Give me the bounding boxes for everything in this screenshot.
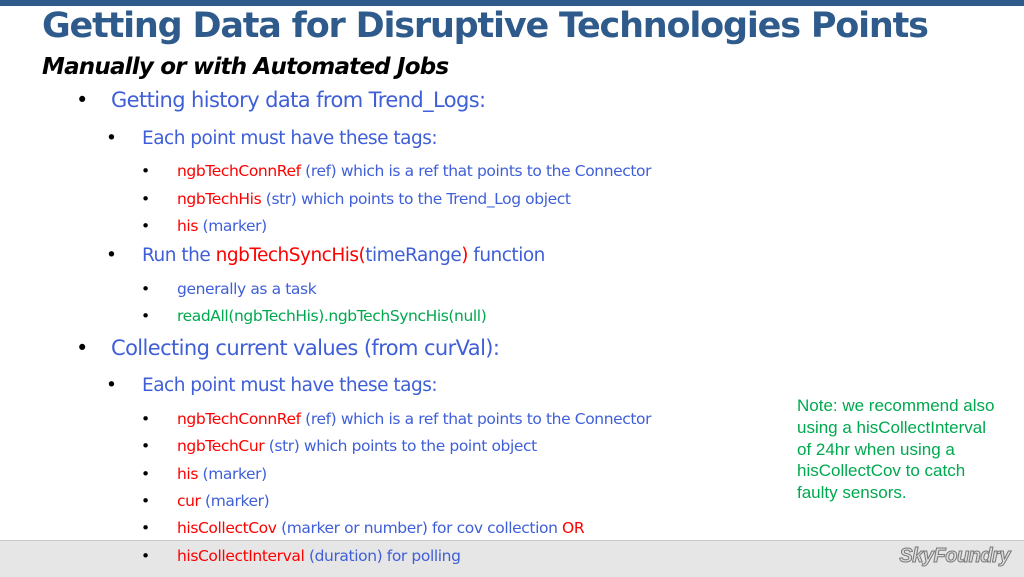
bullet-item-level-3: cur (marker) [177, 492, 270, 510]
bullet-item-level-2: Run the ngbTechSyncHis(timeRange) functi… [142, 245, 545, 266]
text-segment: (str) which points to the point object [264, 437, 537, 455]
bullet-icon: • [106, 128, 117, 149]
text-segment: ngbTechConnRef [177, 410, 301, 428]
bullet-item-level-1: Getting history data from Trend_Logs: [111, 88, 486, 112]
bullet-item-level-3: ngbTechConnRef (ref) which is a ref that… [177, 162, 652, 180]
bullet-icon: • [141, 190, 150, 208]
text-segment: hisCollectCov [177, 519, 277, 537]
text-segment: hisCollectInterval [177, 547, 305, 565]
bullet-icon: • [141, 519, 150, 537]
bullet-item-level-3: hisCollectCov (marker or number) for cov… [177, 519, 585, 537]
text-segment: readAll(ngbTechHis).ngbTechSyncHis(null) [177, 307, 487, 325]
text-segment: (marker) [200, 492, 270, 510]
bullet-icon: • [141, 547, 150, 565]
bullet-item-level-3: ngbTechCur (str) which points to the poi… [177, 437, 537, 455]
text-segment: (duration) for polling [304, 547, 461, 565]
text-segment: Each point must have these tags: [142, 128, 438, 149]
bullet-item-level-3: hisCollectInterval (duration) for pollin… [177, 547, 461, 565]
bullet-icon: • [141, 280, 150, 298]
bullet-icon: • [106, 375, 117, 396]
bullet-icon: • [141, 492, 150, 510]
bullet-icon: • [141, 465, 150, 483]
text-segment: cur [177, 492, 201, 510]
slide-title: Getting Data for Disruptive Technologies… [42, 6, 929, 46]
text-segment: Getting history data from Trend_Logs: [111, 88, 486, 112]
skyfoundry-logo: SkyFoundry [899, 545, 1011, 568]
bullet-icon: • [141, 217, 150, 235]
text-segment: his [177, 465, 199, 483]
text-segment: Collecting current values (from curVal): [111, 336, 500, 360]
bullet-item-level-2: Each point must have these tags: [142, 375, 438, 396]
text-segment: Each point must have these tags: [142, 375, 438, 396]
text-segment: ngbTechConnRef [177, 162, 301, 180]
bullet-icon: • [141, 410, 150, 428]
bullet-item-level-3: his (marker) [177, 217, 267, 235]
text-segment: (marker or number) for cov collection [276, 519, 563, 537]
text-segment: ngbTechSyncHis( [215, 245, 366, 266]
text-segment: (ref) which is a ref that points to the … [300, 410, 652, 428]
bullet-item-level-3: ngbTechHis (str) which points to the Tre… [177, 190, 571, 208]
slide-subtitle: Manually or with Automated Jobs [42, 54, 449, 80]
bullet-item-level-2: Each point must have these tags: [142, 128, 438, 149]
footer-bar [0, 540, 1024, 577]
bullet-icon: • [141, 307, 150, 325]
bullet-icon: • [141, 437, 150, 455]
text-segment: ngbTechHis [177, 190, 262, 208]
bullet-icon: • [76, 336, 88, 360]
bullet-item-level-3: readAll(ngbTechHis).ngbTechSyncHis(null) [177, 307, 487, 325]
bullet-item-level-3: generally as a task [177, 280, 317, 298]
recommendation-note: Note: we recommend also using a hisColle… [797, 396, 995, 503]
text-segment: (marker) [198, 465, 268, 483]
bullet-icon: • [76, 88, 88, 112]
bullet-item-level-1: Collecting current values (from curVal): [111, 336, 500, 360]
text-segment: (marker) [198, 217, 268, 235]
text-segment: ngbTechCur [177, 437, 265, 455]
text-segment: (ref) which is a ref that points to the … [300, 162, 652, 180]
text-segment: timeRange [365, 245, 462, 266]
text-segment: Run the [142, 245, 216, 266]
bullet-item-level-3: ngbTechConnRef (ref) which is a ref that… [177, 410, 652, 428]
text-segment: OR [562, 519, 585, 537]
text-segment: ) [461, 245, 468, 266]
text-segment: his [177, 217, 199, 235]
bullet-item-level-3: his (marker) [177, 465, 267, 483]
bullet-icon: • [141, 162, 150, 180]
text-segment: generally as a task [177, 280, 317, 298]
text-segment: function [467, 245, 545, 266]
bullet-icon: • [106, 245, 117, 266]
text-segment: (str) which points to the Trend_Log obje… [261, 190, 571, 208]
